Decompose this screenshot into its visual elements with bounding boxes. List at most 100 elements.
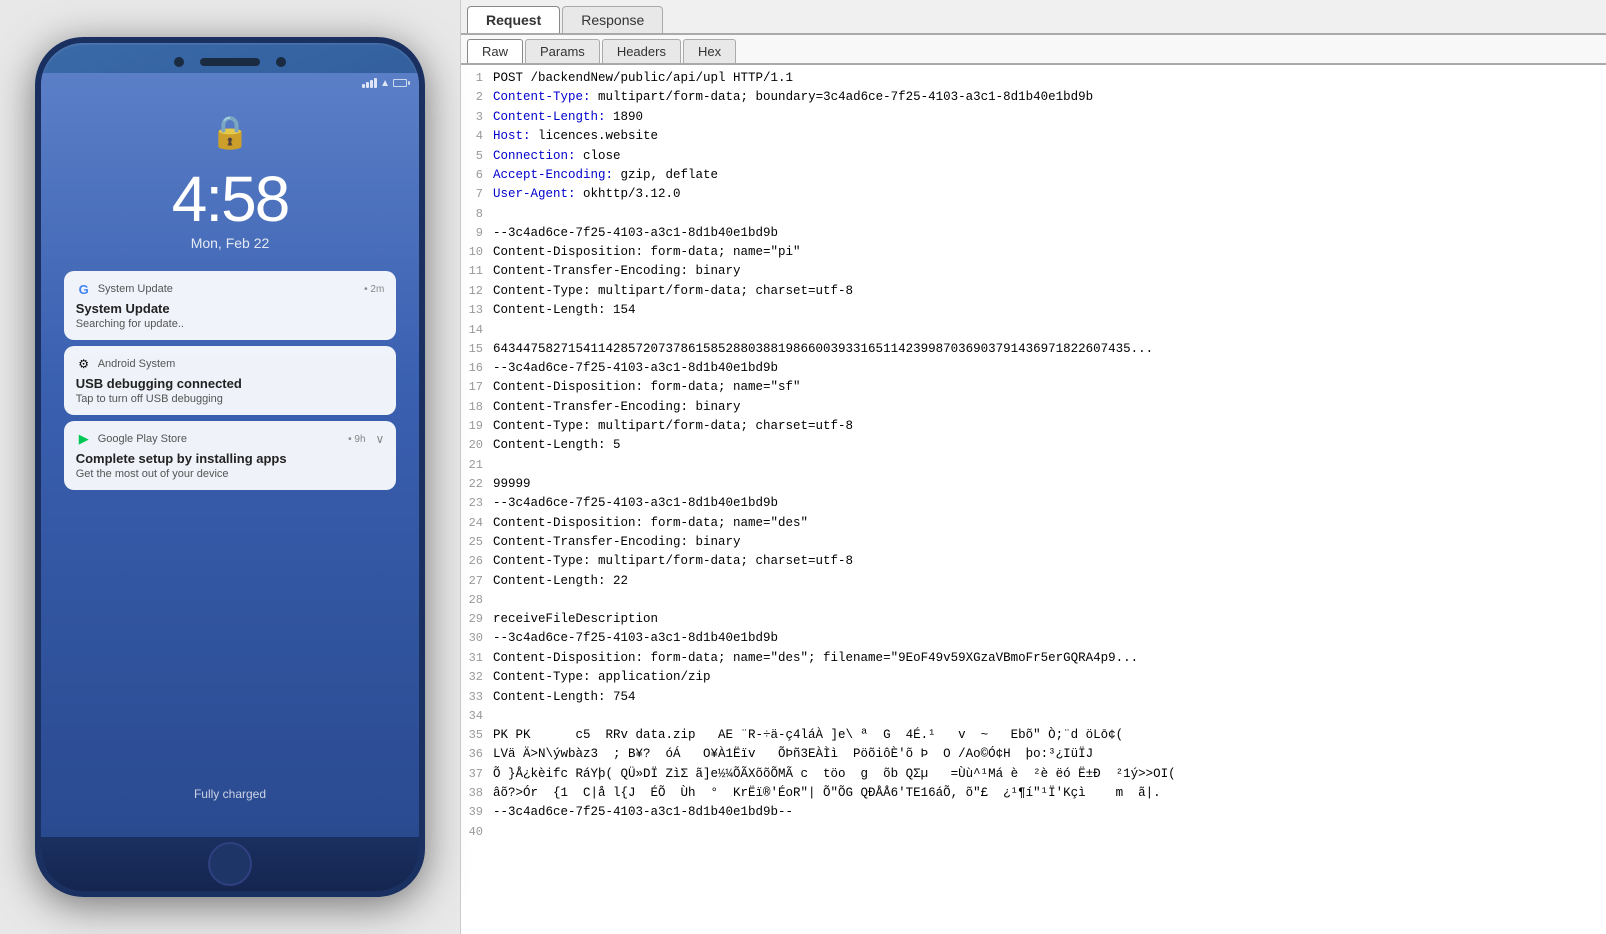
signal-bar-2 [366,82,369,88]
sub-tab-headers[interactable]: Headers [602,39,681,63]
fully-charged-label: Fully charged [194,787,266,801]
code-line-15: 1564344758271541142857207378615852880388… [461,340,1606,359]
line-content-19: Content-Type: multipart/form-data; chars… [493,417,1606,436]
line-content-36: LVä Ä>N\ýwbàz3 ; B¥? óÁ O¥À1Ëïv ÕÞñ3EÀÌì… [493,745,1606,764]
code-line-31: 31Content-Disposition: form-data; name="… [461,649,1606,668]
code-area[interactable]: 1POST /backendNew/public/api/upl HTTP/1.… [461,65,1606,934]
line-number-40: 40 [461,823,493,842]
notification-android-system[interactable]: ⚙ Android System USB debugging connected… [64,346,397,415]
code-line-27: 27Content-Length: 22 [461,572,1606,591]
clock-time: 4:58 [172,167,289,231]
line-number-5: 5 [461,147,493,166]
line-content-7: User-Agent: okhttp/3.12.0 [493,185,1606,204]
line-number-22: 22 [461,475,493,494]
line-content-35: PK PK c5 RRv data.zip AE ¨R-÷ä-ç4láÀ ]e\… [493,726,1606,745]
sub-tab-raw[interactable]: Raw [467,39,523,63]
code-line-25: 25Content-Transfer-Encoding: binary [461,533,1606,552]
line-number-17: 17 [461,378,493,397]
line-number-4: 4 [461,127,493,146]
signal-bar-1 [362,84,365,88]
notification-google-play[interactable]: ▶ Google Play Store • 9h ∨ Complete setu… [64,421,397,490]
notif-header-system-update: G System Update • 2m [76,281,385,297]
code-line-24: 24Content-Disposition: form-data; name="… [461,514,1606,533]
code-line-32: 32Content-Type: application/zip [461,668,1606,687]
notif-header-google-play: ▶ Google Play Store • 9h ∨ [76,431,385,447]
line-number-25: 25 [461,533,493,552]
line-number-12: 12 [461,282,493,301]
sub-tab-hex[interactable]: Hex [683,39,736,63]
notification-system-update[interactable]: G System Update • 2m System Update Searc… [64,271,397,340]
code-line-14: 14 [461,321,1606,340]
code-line-39: 39--3c4ad6ce-7f25-4103-a3c1-8d1b40e1bd9b… [461,803,1606,822]
code-line-1: 1POST /backendNew/public/api/upl HTTP/1.… [461,69,1606,88]
tab-response[interactable]: Response [562,6,663,33]
line-number-26: 26 [461,552,493,571]
lock-area: 🔒 [210,113,250,151]
notif-app-name-android-system: Android System [98,358,385,370]
camera-dot-right [276,57,286,67]
home-button[interactable] [208,842,252,886]
main-tab-row: Request Response [461,0,1606,35]
phone-top-bar [41,43,419,73]
code-line-13: 13Content-Length: 154 [461,301,1606,320]
line-content-11: Content-Transfer-Encoding: binary [493,262,1606,281]
line-content-20: Content-Length: 5 [493,436,1606,455]
code-line-16: 16--3c4ad6ce-7f25-4103-a3c1-8d1b40e1bd9b [461,359,1606,378]
phone-wrapper: ▲ 🔒 4:58 Mon, Feb 22 G System Update • 2… [0,0,460,934]
line-number-11: 11 [461,262,493,281]
code-line-28: 28 [461,591,1606,610]
clock-date: Mon, Feb 22 [191,235,270,251]
line-number-13: 13 [461,301,493,320]
notif-app-name-google-play: Google Play Store [98,433,342,445]
notif-app-name-system-update: System Update [98,283,358,295]
line-content-15: 6434475827154114285720737861585288038819… [493,340,1606,359]
code-line-21: 21 [461,456,1606,475]
line-content-18: Content-Transfer-Encoding: binary [493,398,1606,417]
line-number-30: 30 [461,629,493,648]
tab-request[interactable]: Request [467,6,560,33]
line-content-16: --3c4ad6ce-7f25-4103-a3c1-8d1b40e1bd9b [493,359,1606,378]
line-content-24: Content-Disposition: form-data; name="de… [493,514,1606,533]
code-line-11: 11Content-Transfer-Encoding: binary [461,262,1606,281]
line-number-39: 39 [461,803,493,822]
line-number-3: 3 [461,108,493,127]
line-content-17: Content-Disposition: form-data; name="sf… [493,378,1606,397]
line-number-15: 15 [461,340,493,359]
line-number-8: 8 [461,205,493,224]
line-number-34: 34 [461,707,493,726]
line-number-27: 27 [461,572,493,591]
line-number-2: 2 [461,88,493,107]
play-store-icon: ▶ [76,431,92,447]
line-content-38: âõ?>Ór {1 C|å l{J ÉÕ Ùh ° KrËï®'ÉoR"| Õ"… [493,784,1606,803]
line-content-4: Host: licences.website [493,127,1606,146]
line-number-14: 14 [461,321,493,340]
line-content-33: Content-Length: 754 [493,688,1606,707]
code-line-8: 8 [461,205,1606,224]
request-panel: Request Response Raw Params Headers Hex … [460,0,1606,934]
speaker-bar [200,58,260,66]
line-content-13: Content-Length: 154 [493,301,1606,320]
android-icon: ⚙ [76,356,92,372]
code-line-30: 30--3c4ad6ce-7f25-4103-a3c1-8d1b40e1bd9b [461,629,1606,648]
code-line-17: 17Content-Disposition: form-data; name="… [461,378,1606,397]
notif-title-google-play: Complete setup by installing apps [76,451,385,466]
signal-icon [362,78,377,88]
code-line-23: 23--3c4ad6ce-7f25-4103-a3c1-8d1b40e1bd9b [461,494,1606,513]
expand-icon-google-play[interactable]: ∨ [376,432,385,446]
google-icon: G [76,281,92,297]
line-number-38: 38 [461,784,493,803]
code-line-20: 20Content-Length: 5 [461,436,1606,455]
line-number-16: 16 [461,359,493,378]
line-number-6: 6 [461,166,493,185]
notif-time-system-update: • 2m [364,284,384,295]
notif-title-system-update: System Update [76,301,385,316]
notif-body-android-system: Tap to turn off USB debugging [76,393,385,405]
sub-tab-params[interactable]: Params [525,39,600,63]
line-number-29: 29 [461,610,493,629]
line-content-30: --3c4ad6ce-7f25-4103-a3c1-8d1b40e1bd9b [493,629,1606,648]
camera-dot-left [174,57,184,67]
line-content-39: --3c4ad6ce-7f25-4103-a3c1-8d1b40e1bd9b-- [493,803,1606,822]
code-line-4: 4Host: licences.website [461,127,1606,146]
line-number-21: 21 [461,456,493,475]
code-line-2: 2Content-Type: multipart/form-data; boun… [461,88,1606,107]
